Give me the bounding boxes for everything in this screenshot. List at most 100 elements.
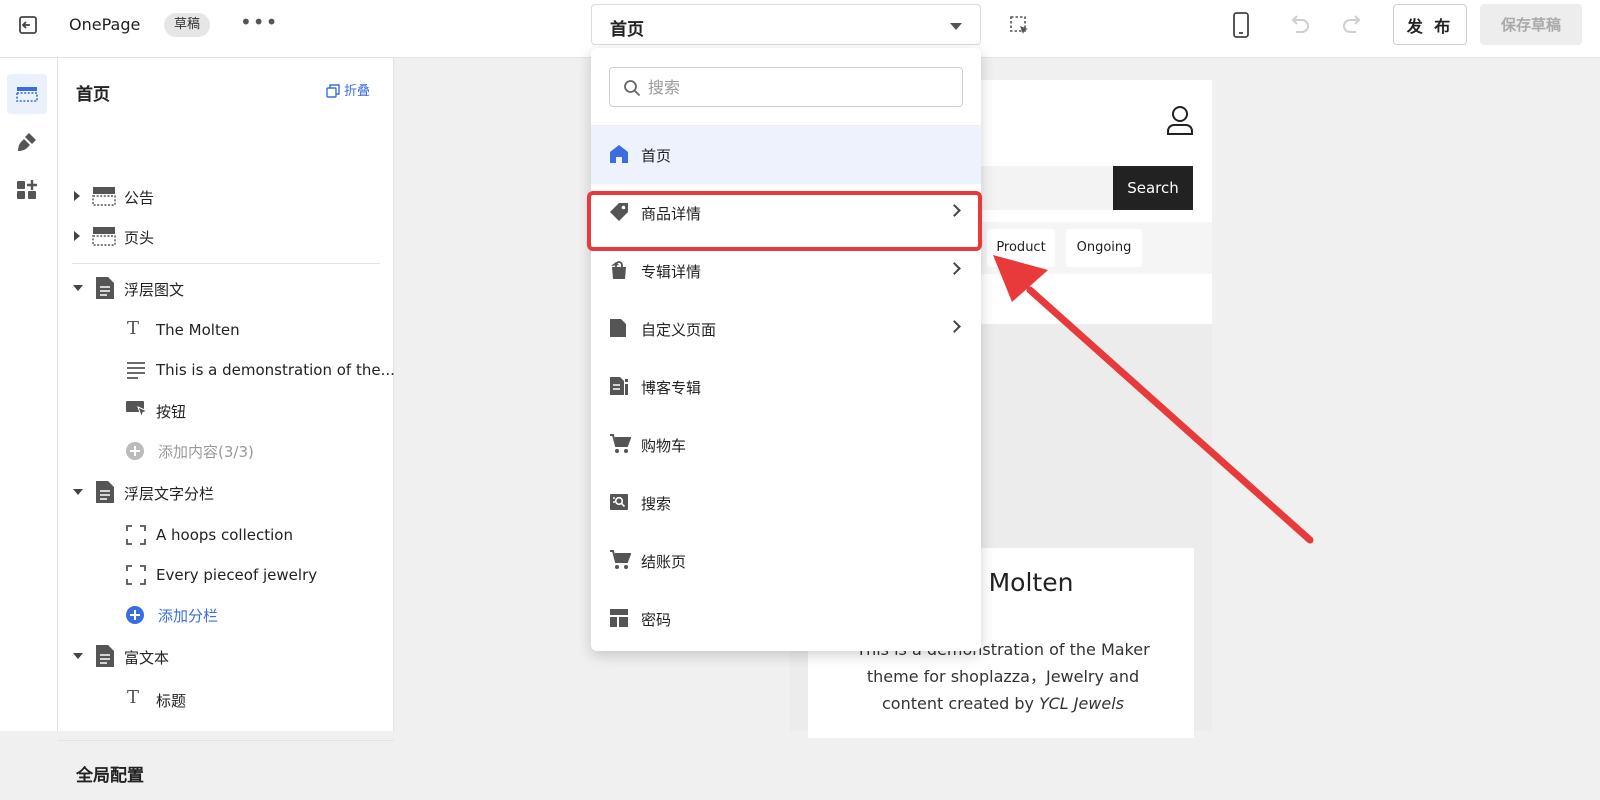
save-draft-button[interactable]: 保存草稿: [1480, 4, 1582, 45]
tree-child-label: 按钮: [156, 403, 187, 421]
tag-icon: [610, 203, 628, 221]
select-element-icon[interactable]: [1008, 14, 1032, 38]
user-icon[interactable]: [1166, 105, 1194, 135]
preview-card-line: content created by YCL Jewels: [838, 690, 1168, 717]
column-frame-icon: [126, 525, 146, 545]
shopping-bag-icon: [611, 261, 626, 279]
collapse-label: 折叠: [344, 84, 371, 99]
add-column-label: 添加分栏: [158, 607, 219, 625]
draft-badge: 草稿: [164, 13, 210, 37]
dropdown-item-label: 首页: [641, 147, 672, 165]
chevron-right-icon: [948, 262, 961, 275]
tree-child-heading[interactable]: T The Molten: [58, 315, 394, 345]
section-block-icon: [92, 227, 116, 246]
preview-chip[interactable]: Ongoing: [1066, 229, 1142, 267]
collapse-arrow-icon[interactable]: [73, 489, 83, 495]
dropdown-item-cart[interactable]: 购物车: [591, 416, 981, 474]
caret-down-icon: [950, 23, 962, 30]
rail-theme[interactable]: [7, 122, 47, 162]
page-selector-value: 首页: [610, 20, 644, 40]
dropdown-item-label: 购物车: [641, 437, 687, 455]
tree-child-label: The Molten: [156, 321, 240, 339]
expand-icon[interactable]: [74, 191, 80, 201]
undo-icon[interactable]: [1286, 12, 1312, 38]
dropdown-item-label: 专辑详情: [641, 263, 702, 281]
apps-icon: [17, 180, 37, 199]
search-icon: [624, 80, 641, 97]
dropdown-item-home[interactable]: 首页: [591, 126, 981, 184]
tree-child-paragraph[interactable]: This is a demonstration of the...: [58, 355, 395, 385]
dropdown-item-custom-page[interactable]: 自定义页面: [591, 300, 981, 358]
dropdown-item-label: 搜索: [641, 495, 672, 513]
expand-icon[interactable]: [74, 231, 80, 241]
preview-chip[interactable]: Product: [987, 229, 1055, 267]
tree-item-label: 页头: [124, 229, 155, 247]
collapse-arrow-icon[interactable]: [73, 653, 83, 659]
mobile-preview-icon[interactable]: [1232, 12, 1250, 38]
blog-icon: [610, 377, 628, 395]
column-frame-icon: [126, 565, 146, 585]
checkout-cart-icon: [610, 550, 631, 569]
tree-child-label: A hoops collection: [156, 526, 293, 544]
preview-card-brand: YCL Jewels: [1039, 694, 1125, 713]
preview-search-button[interactable]: Search: [1113, 166, 1193, 210]
rail-apps[interactable]: [7, 170, 47, 210]
dropdown-search-input[interactable]: [648, 77, 948, 97]
chevron-right-icon: [948, 320, 961, 333]
dropdown-item-search[interactable]: 搜索: [591, 474, 981, 532]
tree-item-announcement[interactable]: 公告: [58, 181, 394, 211]
cart-icon: [610, 434, 631, 453]
sections-icon: [16, 87, 38, 102]
global-settings[interactable]: 全局配置: [58, 740, 394, 800]
add-circle-icon: [126, 442, 144, 460]
collapse-button[interactable]: 折叠: [326, 80, 370, 99]
tree-item-text-columns[interactable]: 浮层文字分栏: [58, 477, 394, 507]
tree-child-label: 标题: [156, 692, 187, 710]
publish-button[interactable]: 发 布: [1393, 4, 1467, 45]
tree-item-label: 公告: [124, 189, 155, 207]
add-circle-icon: [126, 606, 144, 624]
more-icon[interactable]: •••: [240, 10, 278, 34]
text-icon: T: [127, 687, 140, 708]
tree-item-label: 浮层图文: [124, 281, 185, 299]
dropdown-search[interactable]: [609, 67, 963, 107]
dropdown-item-collection[interactable]: 专辑详情: [591, 242, 981, 300]
tree-child-label: Every pieceof jewelry: [156, 566, 318, 584]
tree-item-label: 富文本: [124, 649, 170, 667]
tree-child-title[interactable]: T 标题: [58, 684, 394, 714]
tree-child-column[interactable]: Every pieceof jewelry: [58, 560, 394, 590]
add-content-button[interactable]: 添加内容(3/3): [58, 435, 394, 465]
dropdown-item-checkout[interactable]: 结账页: [591, 532, 981, 590]
left-rail: [0, 58, 58, 731]
dropdown-item-product[interactable]: 商品详情: [591, 184, 981, 242]
tree-item-label: 浮层文字分栏: [124, 485, 215, 503]
document-icon: [96, 277, 114, 299]
page-selector[interactable]: 首页: [591, 4, 981, 45]
exit-icon[interactable]: [17, 14, 39, 36]
global-settings-label: 全局配置: [76, 766, 144, 786]
rail-sections[interactable]: [7, 74, 47, 114]
paragraph-icon: [127, 362, 145, 379]
dropdown-item-label: 博客专辑: [641, 379, 702, 397]
add-column-button[interactable]: 添加分栏: [58, 599, 394, 629]
tree-child-column[interactable]: A hoops collection: [58, 520, 394, 550]
document-icon: [610, 319, 626, 337]
redo-icon[interactable]: [1340, 12, 1366, 38]
dropdown-item-password[interactable]: 密码: [591, 590, 981, 648]
chevron-right-icon: [948, 204, 961, 217]
tree-item-rich-text[interactable]: 富文本: [58, 641, 394, 671]
home-icon: [610, 145, 628, 163]
tree-item-image-overlay[interactable]: 浮层图文: [58, 273, 394, 303]
search-page-icon: [610, 494, 628, 510]
dropdown-item-label: 自定义页面: [641, 321, 717, 339]
divider: [72, 263, 380, 264]
app-name: OnePage: [69, 15, 141, 34]
tree-child-button[interactable]: 按钮: [58, 395, 394, 425]
dropdown-item-blog[interactable]: 博客专辑: [591, 358, 981, 416]
tree-item-header[interactable]: 页头: [58, 221, 394, 251]
dropdown-item-label: 密码: [641, 611, 672, 629]
preview-card-line: theme for shoplazza，Jewelry and: [866, 667, 1140, 686]
tree-child-label: This is a demonstration of the...: [156, 361, 395, 379]
sidebar-title: 首页: [76, 85, 110, 105]
collapse-arrow-icon[interactable]: [73, 285, 83, 291]
